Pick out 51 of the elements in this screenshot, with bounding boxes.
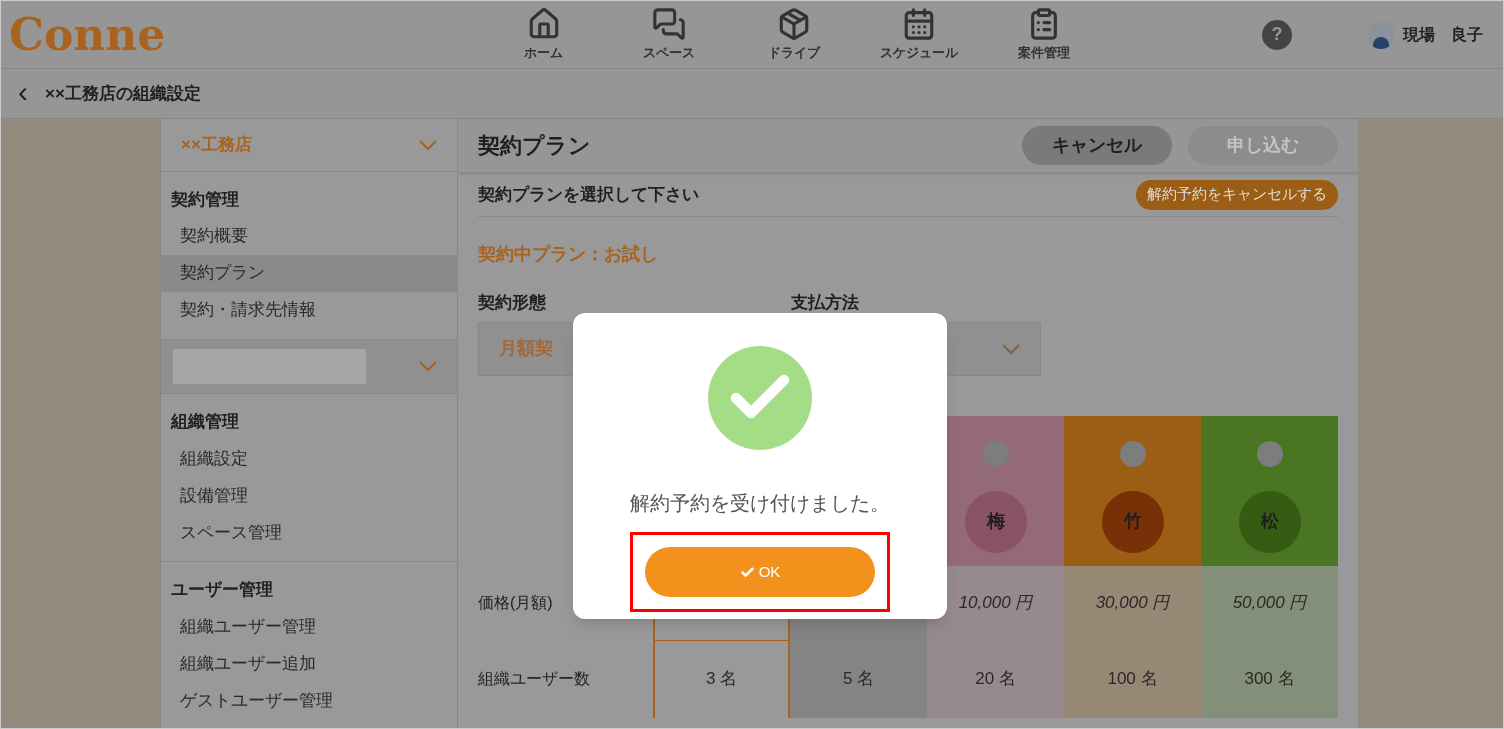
table-cell: 30,000 円 — [1064, 565, 1201, 641]
help-button[interactable]: ? — [1262, 19, 1292, 50]
avatar — [1367, 20, 1395, 49]
nav-item[interactable]: ホーム — [481, 6, 606, 63]
row-label: 価格(月額) — [478, 593, 553, 613]
cancel-button[interactable]: キャンセル — [1022, 126, 1172, 165]
row-label: 組織ユーザー数 — [478, 669, 590, 689]
chevron-down-icon — [1002, 343, 1020, 354]
cancel-reservation-button[interactable]: 解約予約をキャンセルする — [1136, 179, 1338, 210]
dialog-message: 解約予約を受け付けました。 — [630, 491, 890, 516]
menu-item[interactable]: 契約プラン — [161, 254, 457, 292]
menu-item[interactable]: 契約・請求先情報 — [161, 291, 457, 329]
chevron-down-icon — [419, 139, 437, 150]
table-cell: 3 名 — [653, 640, 790, 718]
table-cell: 50,000 円 — [1201, 565, 1338, 641]
plan-emblem: 松 — [1238, 490, 1301, 553]
menu-item[interactable]: スペース管理 — [161, 514, 457, 551]
table-cell: 100 名 — [1064, 640, 1201, 718]
nav-item[interactable]: 案件管理 — [981, 6, 1106, 63]
back-button[interactable]: ‹ — [1, 76, 45, 111]
menu-item[interactable]: 契約概要 — [161, 217, 457, 255]
user-name[interactable]: 現場 良子 — [1403, 22, 1483, 47]
menu-item[interactable]: 組織設定 — [161, 440, 457, 477]
menu-item[interactable]: 組織ユーザー管理 — [161, 608, 457, 645]
nav-item[interactable]: ドライブ — [731, 6, 856, 63]
table-cell: 300 名 — [1201, 640, 1338, 718]
panel-title: 契約プラン — [478, 132, 592, 160]
page-title: ××工務店の組織設定 — [45, 82, 201, 105]
plan-emblem: 竹 — [1101, 490, 1164, 553]
chat-icon — [651, 6, 686, 41]
menu-item[interactable]: ゲストユーザー管理 — [161, 682, 457, 719]
section-heading: 契約管理 — [170, 188, 240, 211]
section-heading: ユーザー管理 — [170, 579, 274, 602]
menu-item[interactable]: 設備管理 — [161, 477, 457, 514]
menu-item[interactable]: 組織ユーザー追加 — [161, 645, 457, 682]
chevron-down-icon — [419, 361, 437, 372]
table-cell: 20 名 — [927, 640, 1064, 718]
section-heading: 組織管理 — [169, 411, 240, 434]
check-icon — [739, 564, 755, 580]
radio-button[interactable] — [1256, 440, 1283, 467]
current-plan: 契約中プラン：お試し — [478, 243, 659, 266]
radio-button[interactable] — [1119, 440, 1146, 467]
nav-item[interactable]: スケジュール — [856, 6, 981, 63]
plan-emblem: 梅 — [964, 490, 1027, 553]
table-cell: 5 名 — [790, 640, 927, 718]
instruction-text: 契約プランを選択して下さい — [478, 183, 699, 206]
field-label: 契約形態 — [478, 292, 547, 314]
ok-button[interactable]: OK — [645, 547, 875, 597]
dropdown[interactable] — [161, 339, 457, 394]
field-label: 支払方法 — [791, 292, 860, 314]
nav-item[interactable]: スペース — [606, 6, 731, 63]
